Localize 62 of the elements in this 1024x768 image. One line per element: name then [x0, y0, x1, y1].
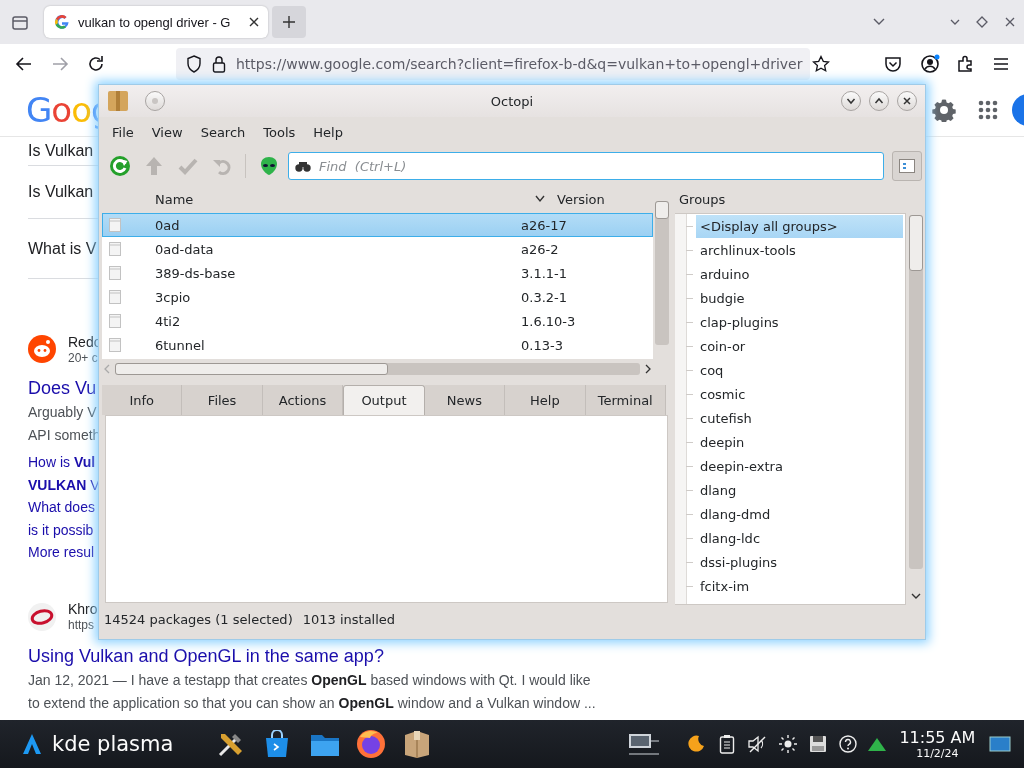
group-item[interactable]: dlang-ldc [696, 526, 765, 550]
group-item[interactable]: budgie [696, 286, 749, 310]
group-item[interactable]: <Display all groups> [696, 214, 903, 238]
question-text: Is Vulkan [28, 142, 94, 160]
clock[interactable]: 11:55 AM 11/2/24 [899, 728, 976, 760]
result-snippet: Jan 12, 2021 — I have a testapp that creates OpenGL based windows with Qt. I would like [28, 670, 591, 690]
tab[interactable]: Files [182, 385, 263, 415]
related-link[interactable]: is it possib [28, 518, 94, 541]
menu-item[interactable]: View [142, 124, 192, 140]
package-row[interactable]: 4ti2 1.6.10-3 [102, 309, 653, 333]
group-item[interactable]: dssi-plugins [696, 550, 782, 574]
column-header[interactable]: Version [557, 191, 605, 207]
related-link[interactable]: More resul [28, 541, 95, 564]
browser-tab[interactable]: vulkan to opengl driver - G [44, 6, 268, 38]
search-field[interactable]: Find (Ctrl+L) [288, 152, 884, 180]
result-title-link[interactable]: Using Vulkan and OpenGL in the same app? [28, 642, 384, 669]
group-item[interactable]: clap-plugins [696, 310, 783, 334]
group-item[interactable]: coin-or [696, 334, 750, 358]
menu-item[interactable]: Tools [254, 124, 305, 140]
status-text: 1013 installed [302, 611, 396, 627]
group-item[interactable]: deepin-extra [696, 454, 787, 478]
package-row[interactable]: 6tunnel 0.13-3 [102, 333, 653, 357]
result-title-link[interactable]: Does Vu [28, 375, 97, 401]
group-item[interactable]: dlang [696, 478, 741, 502]
group-item[interactable]: fcitx-im [696, 574, 754, 598]
tab[interactable]: Help [505, 385, 586, 415]
status-text: 14524 packages (1 selected) [104, 611, 293, 627]
package-row[interactable]: 0ad a26-17 [102, 213, 653, 237]
tab[interactable]: Actions [262, 385, 344, 415]
group-item[interactable]: dlang-dmd [696, 502, 775, 526]
site-name: Khro [68, 601, 98, 617]
site-url: 20+ c [68, 350, 99, 365]
result-snippet: API someth [28, 426, 101, 445]
related-link[interactable]: How is Vul [28, 451, 96, 474]
window-title: Octopi [490, 93, 534, 109]
tab[interactable]: Terminal [585, 385, 666, 415]
package-row[interactable]: 389-ds-base 3.1.1-1 [102, 261, 653, 285]
tab[interactable]: Output [343, 385, 425, 415]
group-item[interactable]: archlinux-tools [696, 238, 800, 262]
package-row[interactable]: 0ad-data a26-2 [102, 237, 653, 261]
question-text: Is Vulkan [28, 183, 94, 201]
group-item[interactable]: cosmic [696, 382, 750, 406]
tab[interactable]: Info [102, 385, 183, 415]
group-item[interactable]: deepin [696, 430, 749, 454]
result-snippet: to extend the application so that you can show an OpenGL window and a Vulkan window ... [28, 693, 596, 713]
menu-item[interactable]: File [103, 124, 143, 140]
question-text: What is V [28, 239, 97, 258]
site-name: Redc [68, 333, 101, 350]
related-link[interactable]: What does [28, 496, 95, 519]
menu-item[interactable]: Help [304, 124, 352, 140]
group-item[interactable]: cutefish [696, 406, 756, 430]
group-item[interactable]: coq [696, 358, 728, 382]
result-snippet: Arguably V [28, 403, 97, 422]
launcher-button[interactable]: kde plasma [22, 732, 174, 756]
menu-item[interactable]: Search [191, 124, 255, 140]
tab[interactable]: News [424, 385, 506, 415]
groups-header: Groups [679, 191, 726, 207]
column-header[interactable]: Name [155, 191, 535, 207]
tab-title: vulkan to opengl driver - G [78, 14, 232, 30]
site-url: https [68, 618, 95, 632]
package-row[interactable]: 3cpio 0.3.2-1 [102, 285, 653, 309]
group-item[interactable]: arduino [696, 262, 754, 286]
